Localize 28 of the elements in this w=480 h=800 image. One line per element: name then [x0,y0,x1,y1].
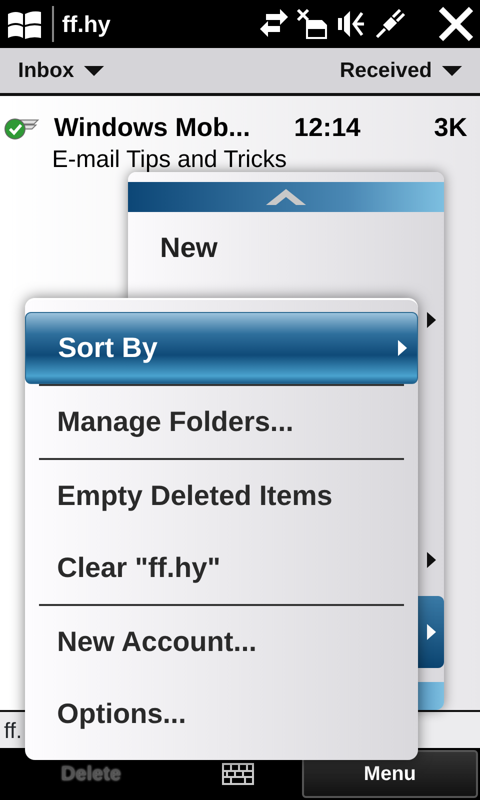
scroll-down-bar[interactable] [418,682,444,710]
message-size: 3K [434,111,468,144]
sort-dropdown[interactable]: Received [340,54,462,86]
keyboard-icon[interactable] [222,763,254,785]
chevron-up-icon [266,189,306,205]
message-row[interactable]: Windows Mob... 12:14 3K E-mail Tips and Tricks [0,108,480,174]
menu-item[interactable]: Clear "ff.hy" [25,532,418,604]
message-subject: E-mail Tips and Tricks [51,147,288,174]
folder-dropdown[interactable]: Inbox [18,54,104,86]
caret-icon [84,66,104,76]
no-sim-icon[interactable] [296,8,328,40]
close-icon[interactable] [438,6,474,42]
submenu-arrow-icon [426,552,436,568]
message-sender: Windows Mob... [54,111,252,144]
submenu-arrow-icon [426,312,436,328]
menu-item[interactable]: Sort By [25,312,418,384]
menu-item[interactable] [418,596,444,668]
menu-item[interactable]: New Account... [25,606,418,678]
caret-icon [442,66,462,76]
submenu-arrow-icon [398,340,407,356]
menu-item[interactable]: Manage Folders... [25,386,418,458]
scroll-up-button[interactable] [128,182,444,212]
window-title: ff.hy [62,10,111,39]
menu-item[interactable]: Empty Deleted Items [25,460,418,532]
submenu-arrow-icon [426,624,436,640]
message-time: 12:14 [294,111,362,144]
menu-item[interactable]: New [128,212,444,284]
plug-icon[interactable] [374,8,406,40]
